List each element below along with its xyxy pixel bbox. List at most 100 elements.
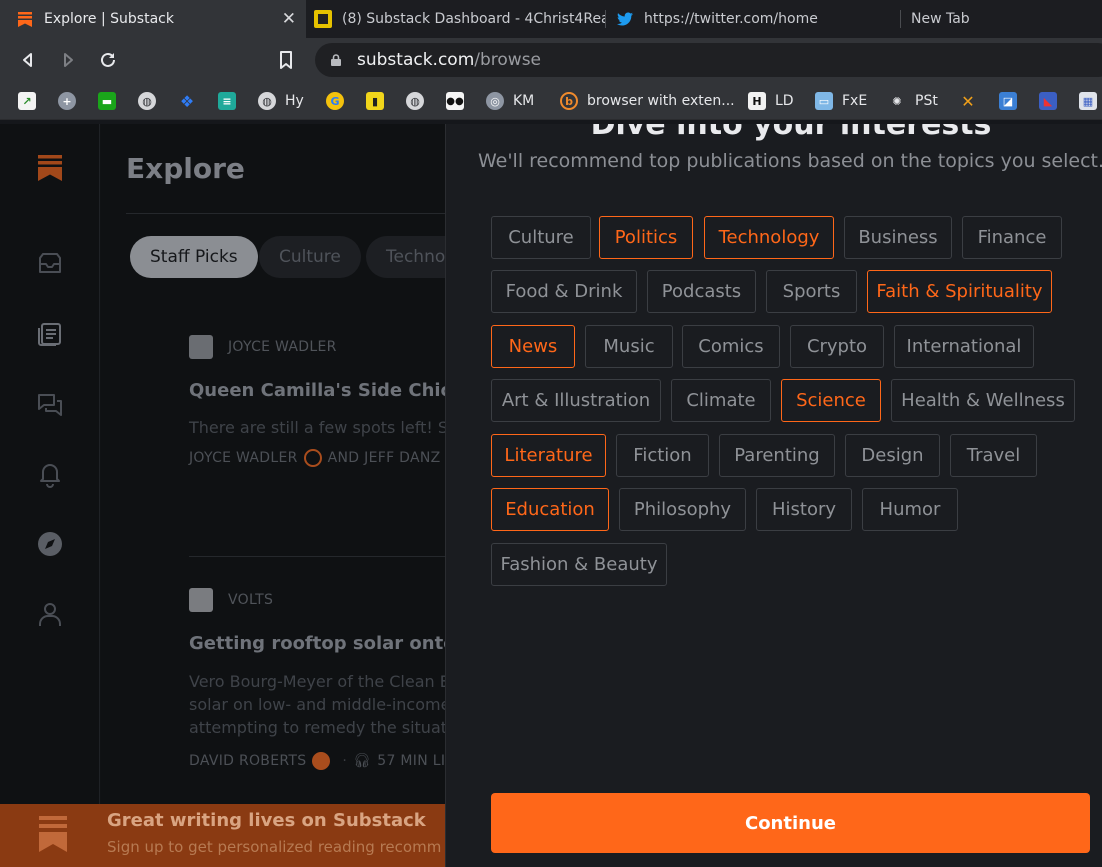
topic-chip-travel[interactable]: Travel	[950, 434, 1037, 477]
bookmark-item[interactable]: ▮	[366, 91, 384, 111]
banner-title: Great writing lives on Substack	[107, 810, 426, 831]
bookmark-item[interactable]: ▭ FxE	[815, 91, 867, 111]
topic-chip-fashion-beauty[interactable]: Fashion & Beauty	[491, 543, 667, 586]
tab-staff-picks[interactable]: Staff Picks	[130, 236, 258, 278]
topic-chip-parenting[interactable]: Parenting	[719, 434, 835, 477]
dropbox-icon: ❖	[179, 91, 195, 111]
tab-twitter[interactable]: https://twitter.com/home	[606, 0, 900, 38]
bookmark-item[interactable]: ◍	[406, 91, 424, 111]
bookmark-label: browser with exten...	[587, 93, 735, 109]
medium-icon: ●●	[446, 92, 464, 110]
globe-icon: ◍	[406, 92, 424, 110]
green-badge-icon: ▬	[98, 92, 116, 110]
topic-chip-fiction[interactable]: Fiction	[616, 434, 709, 477]
bookmark-item[interactable]: ▦	[1079, 91, 1097, 111]
topic-chip-design[interactable]: Design	[845, 434, 940, 477]
topic-chip-art-illustration[interactable]: Art & Illustration	[491, 379, 661, 422]
topic-chip-health-wellness[interactable]: Health & Wellness	[891, 379, 1075, 422]
bookmark-label: LD	[775, 93, 794, 109]
topic-chip-climate[interactable]: Climate	[671, 379, 771, 422]
bookmark-item[interactable]: b browser with exten...	[560, 91, 735, 111]
tab-substack-dashboard[interactable]: (8) Substack Dashboard - 4Christ4Real	[306, 0, 606, 38]
tab-explore-substack[interactable]: Explore | Substack ✕	[0, 0, 306, 38]
reload-button[interactable]	[94, 46, 122, 74]
bookmark-item[interactable]: ◎ KM	[486, 91, 534, 111]
back-arrow-icon	[23, 53, 32, 67]
reader-icon[interactable]	[36, 320, 64, 348]
bookmark-item[interactable]: ❖	[178, 91, 196, 111]
meta-coauthor: AND JEFF DANZ	[327, 450, 441, 466]
bookmark-item[interactable]: ●●	[446, 91, 464, 111]
google-icon: G	[326, 92, 344, 110]
compass-icon[interactable]	[36, 530, 64, 558]
topic-chip-podcasts[interactable]: Podcasts	[647, 270, 756, 313]
post-meta: JOYCE WADLER AND JEFF DANZ	[189, 449, 441, 467]
bookmark-page-button[interactable]	[272, 46, 300, 74]
bookmark-item[interactable]: G	[326, 91, 344, 111]
bookmark-item[interactable]: ◣	[1039, 91, 1057, 111]
bookmark-item[interactable]: ◍	[138, 91, 156, 111]
bookmark-item[interactable]: ◍ Hy	[258, 91, 304, 111]
tab-close-icon[interactable]: ✕	[282, 9, 296, 29]
address-bar[interactable]: substack.com/browse	[315, 43, 1102, 77]
topic-chip-sports[interactable]: Sports	[766, 270, 857, 313]
profile-icon[interactable]	[36, 600, 64, 628]
inbox-icon[interactable]	[36, 250, 64, 278]
tab-title: (8) Substack Dashboard - 4Christ4Real	[342, 11, 606, 27]
red-app-icon: ◣	[1039, 92, 1057, 110]
topic-chip-faith-spirituality[interactable]: Faith & Spirituality	[867, 270, 1052, 313]
headphones-icon: 🎧︎	[353, 753, 372, 769]
substack-logo-icon[interactable]	[36, 154, 64, 182]
topic-chip-business[interactable]: Business	[844, 216, 952, 259]
topic-chip-education[interactable]: Education	[491, 488, 609, 531]
topic-chip-philosophy[interactable]: Philosophy	[619, 488, 746, 531]
topic-chip-politics[interactable]: Politics	[599, 216, 693, 259]
bookmark-item[interactable]: ↗	[18, 91, 36, 111]
topic-chip-finance[interactable]: Finance	[962, 216, 1062, 259]
dashboard-favicon-icon	[314, 10, 332, 28]
meta-author: JOYCE WADLER	[189, 450, 298, 466]
topic-chip-technology[interactable]: Technology	[704, 216, 834, 259]
topic-chip-food-drink[interactable]: Food & Drink	[491, 270, 637, 313]
page-title: Explore	[126, 152, 245, 185]
bookmark-item[interactable]: ≡	[218, 91, 236, 111]
page: Explore Staff Picks Culture Technol JOYC…	[0, 124, 1102, 867]
topic-chip-music[interactable]: Music	[585, 325, 673, 368]
back-button[interactable]	[14, 46, 42, 74]
tab-title: New Tab	[911, 11, 970, 27]
post-author[interactable]: VOLTS	[189, 588, 273, 612]
bookmark-item[interactable]: ✺ PSt	[888, 91, 937, 111]
bookmark-item[interactable]: H LD	[748, 91, 794, 111]
interests-modal: Dive into your interests We'll recommend…	[445, 124, 1102, 867]
bookmark-item[interactable]: ▬	[98, 91, 116, 111]
substack-logo-icon	[39, 816, 67, 852]
avatar	[189, 588, 213, 612]
continue-button[interactable]: Continue	[491, 793, 1090, 853]
navigation-bar: substack.com/browse	[0, 38, 1102, 82]
bookmark-item[interactable]: ◪	[999, 91, 1017, 111]
bookmark-item[interactable]: +	[58, 91, 76, 111]
topic-chip-news[interactable]: News	[491, 325, 575, 368]
topic-chip-international[interactable]: International	[894, 325, 1034, 368]
chart-icon: ↗	[18, 92, 36, 110]
topic-chip-science[interactable]: Science	[781, 379, 881, 422]
post-excerpt: solar on low- and middle-income	[189, 695, 451, 714]
bookmark-icon	[280, 51, 292, 69]
signup-banner[interactable]: Great writing lives on Substack Sign up …	[0, 804, 446, 867]
tab-culture[interactable]: Culture	[259, 236, 361, 278]
topic-chip-humor[interactable]: Humor	[862, 488, 958, 531]
topic-chip-culture[interactable]: Culture	[491, 216, 591, 259]
tab-new-tab[interactable]: New Tab	[901, 0, 1102, 38]
author-name: VOLTS	[228, 592, 274, 608]
bell-icon[interactable]	[36, 460, 64, 488]
yellow-app-icon: ▮	[366, 92, 384, 110]
forward-arrow-icon	[64, 53, 73, 67]
post-author[interactable]: JOYCE WADLER	[189, 335, 337, 359]
topic-chip-crypto[interactable]: Crypto	[790, 325, 884, 368]
forward-button[interactable]	[54, 46, 82, 74]
topic-chip-history[interactable]: History	[756, 488, 852, 531]
topic-chip-comics[interactable]: Comics	[682, 325, 780, 368]
chat-icon[interactable]	[36, 390, 64, 418]
topic-chip-literature[interactable]: Literature	[491, 434, 606, 477]
bookmark-item[interactable]: ✕	[959, 91, 977, 111]
